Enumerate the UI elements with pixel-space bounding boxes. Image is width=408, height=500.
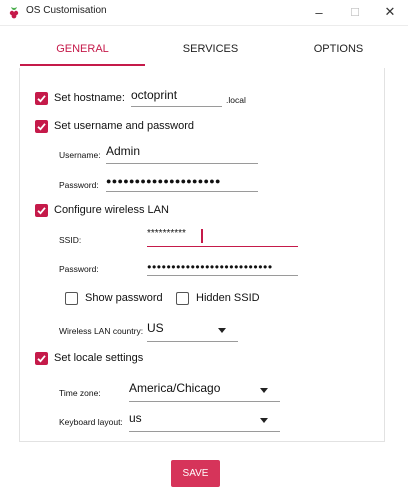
username-value: Admin [106,144,141,158]
ssid-value: ********** [147,228,186,239]
password-label: Password: [59,180,99,190]
wireless-lan-country-value: US [147,321,164,335]
hostname-value: octoprint [131,88,178,102]
username-input[interactable]: Admin [106,144,258,164]
tab-options[interactable]: OPTIONS [276,36,401,66]
configure-wireless-lan-checkbox[interactable] [35,204,48,217]
check-icon [37,355,46,363]
wifi-password-input[interactable]: ●●●●●●●●●●●●●●●●●●●●●●●●●● [147,257,298,276]
wireless-lan-country-label: Wireless LAN country: [59,326,144,336]
close-icon: ✕ [384,4,396,19]
tab-services[interactable]: SERVICES [148,36,273,66]
maximize-button: ☐ [340,2,370,22]
text-cursor [201,229,203,243]
check-icon [37,207,46,215]
chevron-down-icon [218,328,226,333]
username-label: Username: [59,150,101,160]
close-button[interactable]: ✕ [375,2,405,22]
check-icon [37,95,46,103]
set-username-password-label: Set username and password [54,120,195,132]
time-zone-value: America/Chicago [129,381,221,395]
hostname-suffix: .local [226,95,246,105]
set-hostname-label: Set hostname: [54,92,125,104]
maximize-icon: ☐ [350,6,360,19]
user-password-input[interactable]: ●●●●●●●●●●●●●●●●●●●● [106,172,258,192]
save-button[interactable]: SAVE [171,460,220,487]
chevron-down-icon [260,418,268,423]
active-tab-indicator [20,64,145,66]
wifi-password-value: ●●●●●●●●●●●●●●●●●●●●●●●●●● [147,262,273,271]
window-title: OS Customisation [26,5,107,16]
minimize-button[interactable]: – [304,2,334,22]
set-username-password-checkbox[interactable] [35,120,48,133]
minimize-icon: – [315,4,323,20]
set-locale-settings-label: Set locale settings [54,352,144,364]
hidden-ssid-label: Hidden SSID [196,292,260,304]
show-password-checkbox[interactable] [65,292,78,305]
time-zone-label: Time zone: [59,388,101,398]
wifi-password-label: Password: [59,264,99,274]
keyboard-layout-select[interactable]: us [129,411,280,432]
check-icon [37,123,46,131]
keyboard-layout-label: Keyboard layout: [59,417,123,427]
raspberry-pi-icon [9,7,19,19]
ssid-label: SSID: [59,235,82,245]
hostname-input[interactable]: octoprint [131,88,222,107]
tab-general[interactable]: GENERAL [20,36,145,66]
user-password-value: ●●●●●●●●●●●●●●●●●●●● [106,176,221,186]
hidden-ssid-checkbox[interactable] [176,292,189,305]
keyboard-layout-value: us [129,411,142,425]
set-hostname-checkbox[interactable] [35,92,48,105]
ssid-input[interactable]: ********** [147,228,298,247]
time-zone-select[interactable]: America/Chicago [129,381,280,402]
configure-wireless-lan-label: Configure wireless LAN [54,204,169,216]
show-password-label: Show password [85,292,163,304]
set-locale-settings-checkbox[interactable] [35,352,48,365]
chevron-down-icon [260,388,268,393]
